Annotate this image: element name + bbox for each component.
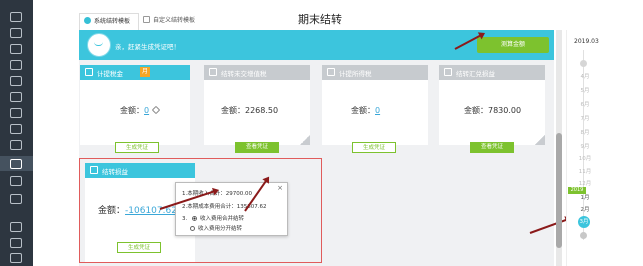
custom-template-icon [143,16,150,23]
banner-text: 亲，赶紧生成凭证吧！ [115,43,180,51]
upload-icon[interactable] [10,222,22,232]
radio-merged[interactable] [192,216,197,221]
corner-mark [535,135,545,145]
card-header: 计提税金 月 [80,65,190,80]
timeline-month[interactable]: 8月 [575,128,595,136]
generate-voucher-button[interactable]: 生成凭证 [115,142,159,153]
current-month[interactable]: 3月 [578,216,590,228]
month-badge: 月 [140,67,150,77]
card-amount: 金额：0 [351,105,380,116]
card-tax: 计提税金 月 金额：0 [80,65,190,145]
amount-value: 2268.50 [245,106,279,115]
page-title: 期末结转 [298,13,342,26]
estimate-amount-button[interactable]: 测算金额 [477,37,549,53]
archive-icon[interactable] [10,238,22,248]
amount-value[interactable]: 0 [144,106,149,115]
voucher-icon[interactable] [10,28,22,38]
content-scrollbar[interactable] [556,30,562,266]
asset-icon[interactable] [10,108,22,118]
option-label: 收入费用分开结转 [198,226,243,232]
tab-custom-template[interactable]: 自定义结转模板 [139,13,199,29]
detail-popup: × 1.本期收入合计：29700.00 2.本期成本费用合计：135807.62… [175,182,288,236]
edit-icon[interactable] [151,105,161,115]
card-icon [85,68,93,76]
report-icon[interactable] [10,60,22,70]
scrollbar-thumb[interactable] [556,133,562,248]
view-voucher-button[interactable]: 查看凭证 [470,142,514,153]
card-title: 结转未交增值税 [221,70,267,78]
item-number: 3. [182,216,188,222]
generate-voucher-button[interactable]: 生成凭证 [352,142,396,153]
card-icon [444,68,452,76]
salary-icon[interactable] [10,124,22,134]
timeline-month[interactable]: 7月 [575,114,595,122]
amount-value[interactable]: 0 [375,106,380,115]
timeline-month[interactable]: 6月 [575,100,595,108]
card-vat: 结转未交增值税 金额：2268.50 [204,65,310,145]
bottom-icon[interactable] [10,253,22,263]
timeline-month[interactable]: 5月 [575,86,595,94]
closing-icon[interactable] [10,159,22,169]
card-title: 计提税金 [97,70,123,78]
mascot-icon [87,33,111,57]
year-label: 2019.03 [574,38,599,45]
left-sidebar [0,0,33,266]
corner-mark [300,135,310,145]
cost-total: 2.本期成本费用合计：135807.62 [182,204,267,210]
tab-label: 系统结转模板 [94,18,131,25]
ledger-icon[interactable] [10,44,22,54]
amount-label: 金额： [221,106,245,115]
timeline-month[interactable]: 1月 [575,193,595,201]
amount-value: 7830.00 [488,106,522,115]
home-icon[interactable] [10,12,22,22]
option-row-1[interactable]: 3. 收入费用合并结转 [182,214,244,222]
timeline-month[interactable]: 9月 [575,142,595,150]
close-icon[interactable]: × [277,184,283,192]
card-icon [327,68,335,76]
card-amount: 金额：7830.00 [464,105,521,116]
amount-label: 金额： [464,106,488,115]
template-icon [84,17,91,24]
card-title: 结转汇兑损益 [456,70,495,78]
inventory-icon[interactable] [10,140,22,150]
option-label: 收入费用合并结转 [200,216,245,222]
timeline-month[interactable]: 4月 [575,72,595,80]
view-voucher-button[interactable]: 查看凭证 [235,142,279,153]
timeline-month[interactable]: 11月 [575,167,595,175]
cash-icon[interactable] [10,92,22,102]
card-exchange: 结转汇兑损益 金额：7830.00 [439,65,545,145]
card-icon [209,68,217,76]
card-header: 结转汇兑损益 [439,65,545,80]
timeline-month[interactable]: 12月 [575,179,595,187]
card-header: 结转未交增值税 [204,65,310,80]
card-income-tax: 计提所得税 金额：0 [322,65,428,145]
timeline-dot [580,232,587,239]
timeline-dot [580,60,587,67]
amount-label: 金额： [351,106,375,115]
settings-icon[interactable] [10,194,22,204]
timeline-month[interactable]: 2月 [575,205,595,213]
radio-separate[interactable] [190,226,195,231]
card-header: 计提所得税 [322,65,428,80]
invoice-icon[interactable] [10,76,22,86]
amount-label: 金额： [120,106,144,115]
mail-icon[interactable] [10,176,22,186]
card-amount: 金额：2268.50 [221,105,278,116]
card-title: 计提所得税 [339,70,372,78]
tab-label: 自定义结转模板 [153,17,196,24]
timeline-month[interactable]: 10月 [575,154,595,162]
option-row-2[interactable]: 收入费用分开结转 [190,224,242,232]
card-amount: 金额：0 [120,105,161,116]
